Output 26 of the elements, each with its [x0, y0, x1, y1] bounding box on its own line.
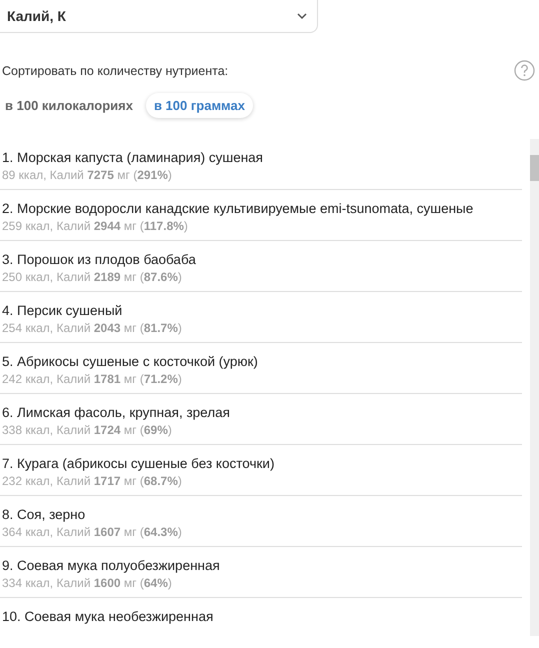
- sort-option-tab[interactable]: в 100 килокалориях: [0, 93, 138, 118]
- food-details: 334 ккал, Калий 1600 мг (64%): [2, 576, 173, 590]
- sort-option-tab[interactable]: в 100 граммах: [146, 93, 253, 118]
- sort-label: Сортировать по количеству нутриента:: [2, 64, 228, 78]
- food-details: 338 ккал, Калий 1724 мг (69%): [2, 423, 173, 437]
- food-name[interactable]: 10. Соевая мука необезжиренная: [2, 609, 522, 624]
- food-details: 89 ккал, Калий 7275 мг (291%): [2, 168, 173, 182]
- food-details: 364 ккал, Калий 1607 мг (64.3%): [2, 525, 183, 539]
- food-name[interactable]: 9. Соевая мука полуобезжиренная: [2, 558, 522, 573]
- food-name[interactable]: 2. Морские водоросли канадские культивируемые emi-tsunomata, сушеные: [2, 201, 522, 216]
- food-name[interactable]: 3. Порошок из плодов баобаба: [2, 252, 522, 267]
- caret-icon: [297, 12, 307, 20]
- food-name[interactable]: 1. Морская капуста (ламинария) сушеная: [2, 150, 522, 165]
- food-name[interactable]: 8. Соя, зерно: [2, 507, 522, 522]
- nutrient-dropdown[interactable]: Калий, К: [0, 0, 318, 33]
- help-icon[interactable]: [514, 60, 535, 81]
- food-details: 242 ккал, Калий 1781 мг (71.2%): [2, 372, 183, 386]
- food-name[interactable]: 4. Персик сушеный: [2, 303, 522, 318]
- food-name[interactable]: 7. Курага (абрикосы сушеные без косточки): [2, 456, 522, 471]
- food-name[interactable]: 5. Абрикосы сушеные с косточкой (урюк): [2, 354, 522, 369]
- food-details: 250 ккал, Калий 2189 мг (87.6%): [2, 270, 183, 284]
- food-details: 254 ккал, Калий 2043 мг (81.7%): [2, 321, 183, 335]
- food-details: 232 ккал, Калий 1717 мг (68.7%): [2, 474, 183, 488]
- food-details: 259 ккал, Калий 2944 мг (117.8%): [2, 219, 189, 233]
- food-name[interactable]: 6. Лимская фасоль, крупная, зрелая: [2, 405, 522, 420]
- scrollbar[interactable]: [530, 139, 539, 636]
